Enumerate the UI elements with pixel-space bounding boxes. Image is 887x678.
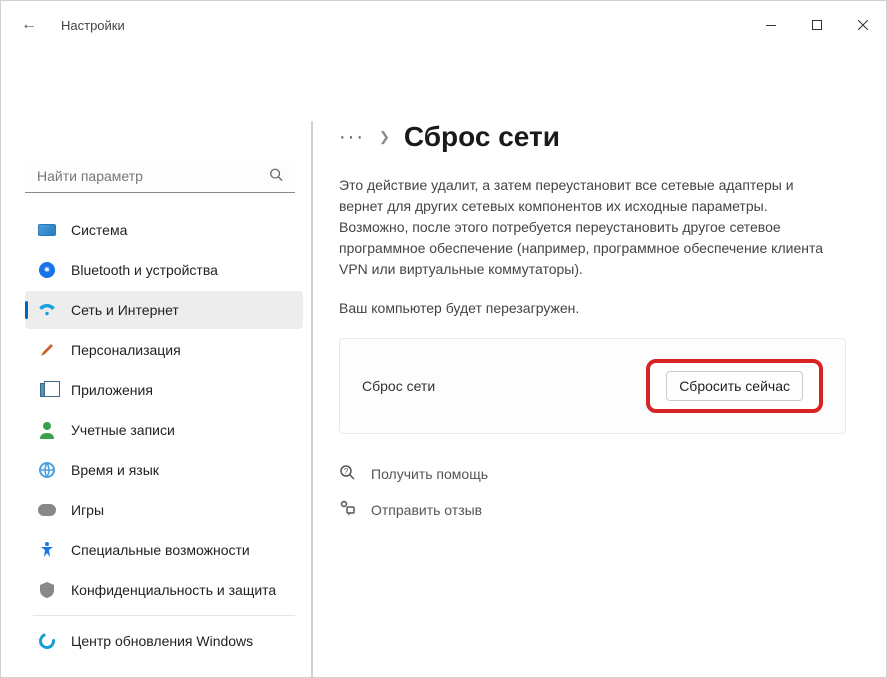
minimize-button[interactable] — [748, 9, 794, 41]
nav: Система ⁕ Bluetooth и устройства Сеть и … — [25, 211, 303, 660]
help-link-label: Получить помощь — [371, 466, 488, 482]
reset-now-button[interactable]: Сбросить сейчас — [666, 371, 803, 401]
sidebar-item-apps[interactable]: Приложения — [25, 371, 303, 409]
sidebar-item-privacy[interactable]: Конфиденциальность и защита — [25, 571, 303, 609]
content: Система ⁕ Bluetooth и устройства Сеть и … — [1, 49, 886, 677]
network-reset-card: Сброс сети Сбросить сейчас — [339, 338, 846, 434]
settings-window: ← Настройки Сис — [0, 0, 887, 678]
svg-text:?: ? — [344, 467, 349, 476]
search-icon — [269, 168, 283, 185]
maximize-icon — [812, 20, 822, 30]
restart-note: Ваш компьютер будет перезагружен. — [339, 300, 846, 316]
sidebar-item-accounts[interactable]: Учетные записи — [25, 411, 303, 449]
search-box — [25, 159, 295, 193]
sidebar-item-label: Время и язык — [71, 462, 159, 478]
gamepad-icon — [37, 500, 57, 520]
reset-now-button-highlight: Сбросить сейчас — [646, 359, 823, 413]
titlebar: ← Настройки — [1, 1, 886, 49]
sidebar-item-label: Учетные записи — [71, 422, 175, 438]
sidebar-item-network[interactable]: Сеть и Интернет — [25, 291, 303, 329]
sidebar-item-windows-update[interactable]: Центр обновления Windows — [25, 622, 303, 660]
sidebar-item-label: Специальные возможности — [71, 542, 250, 558]
globe-icon — [37, 460, 57, 480]
maximize-button[interactable] — [794, 9, 840, 41]
sidebar-item-label: Сеть и Интернет — [71, 302, 179, 318]
window-title: Настройки — [61, 18, 125, 33]
sidebar-item-label: Приложения — [71, 382, 153, 398]
sidebar-item-label: Конфиденциальность и защита — [71, 582, 276, 598]
sidebar-item-label: Центр обновления Windows — [71, 633, 253, 649]
description-text: Это действие удалит, а затем переустанов… — [339, 175, 839, 280]
system-icon — [37, 220, 57, 240]
main-panel: ··· ❯ Сброс сети Это действие удалит, а … — [311, 49, 886, 677]
sidebar-item-gaming[interactable]: Игры — [25, 491, 303, 529]
feedback-link-label: Отправить отзыв — [371, 502, 482, 518]
search-input[interactable] — [25, 159, 295, 193]
nav-separator — [33, 615, 295, 616]
sidebar-item-accessibility[interactable]: Специальные возможности — [25, 531, 303, 569]
back-button[interactable]: ← — [21, 16, 37, 34]
accessibility-icon — [37, 540, 57, 560]
help-icon: ? — [339, 464, 357, 484]
sidebar: Система ⁕ Bluetooth и устройства Сеть и … — [1, 49, 311, 677]
sidebar-item-personalization[interactable]: Персонализация — [25, 331, 303, 369]
sidebar-item-label: Bluetooth и устройства — [71, 262, 218, 278]
feedback-icon — [339, 500, 357, 520]
page-title: Сброс сети — [404, 121, 560, 153]
get-help-link[interactable]: ? Получить помощь — [339, 464, 846, 484]
shield-icon — [37, 580, 57, 600]
sidebar-item-label: Система — [71, 222, 127, 238]
wifi-icon — [37, 300, 57, 320]
close-button[interactable] — [840, 9, 886, 41]
sidebar-item-label: Игры — [71, 502, 104, 518]
update-icon — [37, 631, 57, 651]
sidebar-item-bluetooth[interactable]: ⁕ Bluetooth и устройства — [25, 251, 303, 289]
sidebar-item-label: Персонализация — [71, 342, 181, 358]
close-icon — [858, 20, 868, 30]
sidebar-item-system[interactable]: Система — [25, 211, 303, 249]
window-controls — [748, 9, 886, 41]
card-label: Сброс сети — [362, 378, 435, 394]
apps-icon — [37, 380, 57, 400]
person-icon — [37, 420, 57, 440]
sidebar-item-time-language[interactable]: Время и язык — [25, 451, 303, 489]
chevron-right-icon: ❯ — [379, 129, 390, 145]
brush-icon — [37, 340, 57, 360]
minimize-icon — [766, 25, 776, 26]
give-feedback-link[interactable]: Отправить отзыв — [339, 500, 846, 520]
breadcrumb-more-icon[interactable]: ··· — [339, 126, 365, 149]
scrollbar[interactable] — [311, 121, 313, 677]
breadcrumb: ··· ❯ Сброс сети — [339, 121, 846, 153]
bluetooth-icon: ⁕ — [37, 260, 57, 280]
